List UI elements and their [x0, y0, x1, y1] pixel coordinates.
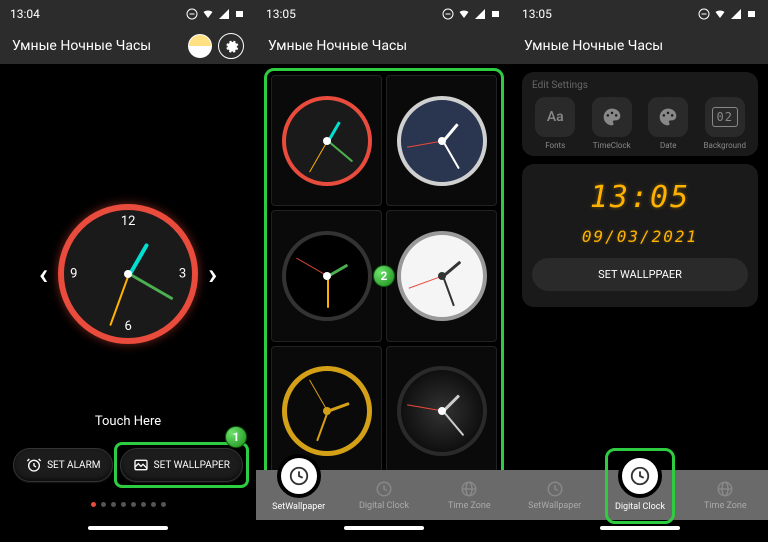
tab-time-zone[interactable]: Time Zone: [683, 470, 768, 520]
signal-icon: [218, 8, 230, 20]
dash-icon: [442, 8, 454, 20]
palette-icon: [602, 107, 622, 127]
app-header: Умные Ночные Часы: [512, 28, 768, 64]
digital-icon: [629, 465, 651, 487]
dash-icon: [698, 8, 710, 20]
status-time: 13:04: [10, 7, 40, 21]
status-bar: 13:05: [512, 0, 768, 28]
prev-arrow[interactable]: ‹: [29, 257, 58, 292]
edit-settings-panel: Edit Settings Aa Fonts TimeClock Date 02…: [522, 72, 758, 156]
tab-time-zone[interactable]: Time Zone: [427, 470, 512, 520]
palette-icon: [658, 107, 678, 127]
battery-icon: [234, 8, 246, 20]
status-icons: [186, 8, 246, 20]
settings-button[interactable]: [218, 33, 244, 59]
nav-bar: [0, 518, 256, 538]
analog-clock-preview[interactable]: 12 3 6 9: [58, 204, 198, 344]
wifi-icon: [714, 8, 726, 20]
battery-icon: [746, 8, 758, 20]
app-title: Умные Ночные Часы: [524, 38, 663, 54]
highlight-1: [114, 442, 249, 488]
bottom-tabs: SetWallpaper Digital Clock Time Zone: [512, 470, 768, 520]
chip-fonts[interactable]: Aa Fonts: [530, 97, 581, 150]
app-header: Умные Ночные Часы: [0, 28, 256, 64]
phone-screen-2: 13:05 Умные Ночные Часы: [256, 0, 512, 542]
edit-settings-label: Edit Settings: [532, 80, 748, 91]
alarm-icon: [26, 457, 42, 473]
wifi-icon: [202, 8, 214, 20]
battery-icon: [490, 8, 502, 20]
status-bar: 13:04: [0, 0, 256, 28]
tab-set-wallpaper[interactable]: SetWallpaper: [512, 470, 597, 520]
clock-option-1[interactable]: [271, 75, 382, 206]
tab-digital-clock[interactable]: Digital Clock: [341, 470, 426, 520]
globe-icon: [460, 480, 478, 498]
digital-icon: [375, 480, 393, 498]
clock-option-3[interactable]: [271, 210, 382, 341]
phone-screen-3: 13:05 Умные Ночные Часы Edit Settings Aa…: [512, 0, 768, 542]
globe-icon: [716, 480, 734, 498]
hour-hand: [128, 243, 149, 275]
wifi-icon: [458, 8, 470, 20]
app-title: Умные Ночные Часы: [12, 38, 151, 54]
status-time: 13:05: [522, 7, 552, 21]
status-time: 13:05: [266, 7, 296, 21]
set-alarm-button[interactable]: SET ALARM: [13, 448, 113, 482]
status-bar: 13:05: [256, 0, 512, 28]
clock-option-6[interactable]: [386, 346, 497, 477]
digital-preview-panel: 13:05 09/03/2021 SET WALLPPAER: [522, 164, 758, 307]
clock-grid: 2: [264, 68, 504, 484]
bottom-tabs: SetWallpaper Digital Clock Time Zone: [256, 470, 512, 520]
pager-dots: [0, 502, 256, 507]
clock-icon: [288, 465, 310, 487]
step-badge-1: 1: [225, 426, 247, 448]
signal-icon: [730, 8, 742, 20]
nav-bar: [256, 518, 512, 538]
chip-date[interactable]: Date: [643, 97, 694, 150]
chip-timeclock[interactable]: TimeClock: [587, 97, 638, 150]
clock-option-4[interactable]: [386, 210, 497, 341]
next-arrow[interactable]: ›: [198, 257, 227, 292]
set-wallpaper-button-3[interactable]: SET WALLPPAER: [532, 258, 748, 291]
step-badge-2: 2: [373, 265, 395, 287]
minute-hand: [129, 273, 174, 301]
app-header: Умные Ночные Часы: [256, 28, 512, 64]
nav-bar: [512, 518, 768, 538]
dash-icon: [186, 8, 198, 20]
signal-icon: [474, 8, 486, 20]
digital-date: 09/03/2021: [582, 227, 698, 246]
gear-icon: [223, 38, 239, 54]
premium-icon[interactable]: [188, 34, 212, 58]
phone-screen-1: 13:04 Умные Ночные Часы ‹ 12 3 6 9: [0, 0, 256, 542]
tab-set-wallpaper[interactable]: SetWallpaper: [256, 470, 341, 520]
clock-option-2[interactable]: [386, 75, 497, 206]
clock-carousel: ‹ 12 3 6 9 ›: [0, 124, 256, 424]
chip-background[interactable]: 02 Background: [700, 97, 751, 150]
tab-digital-clock[interactable]: Digital Clock: [597, 470, 682, 520]
clock-icon: [546, 480, 564, 498]
app-title: Умные Ночные Часы: [268, 38, 407, 54]
digital-time: 13:05: [590, 180, 690, 215]
